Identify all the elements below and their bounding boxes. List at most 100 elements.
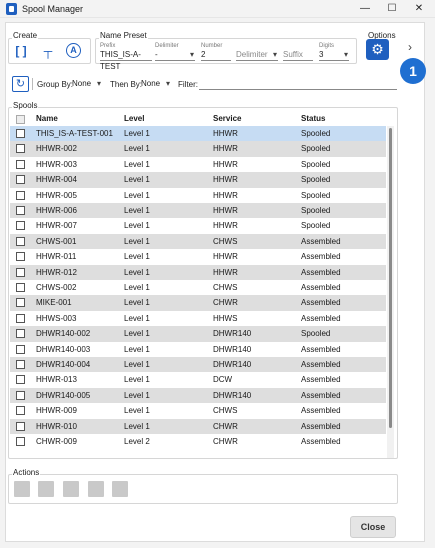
header-service[interactable]: Service (213, 114, 241, 123)
row-checkbox[interactable] (16, 267, 25, 277)
create-label: Create (12, 31, 39, 40)
table-row[interactable]: HHWR-010 Level 1 CHWR Assembled (10, 418, 386, 434)
cell-status: Assembled (301, 313, 341, 323)
table-row[interactable]: HHWR-009 Level 1 CHWS Assembled (10, 403, 386, 419)
exit-icon[interactable] (112, 481, 128, 497)
digits-dropdown[interactable]: 3 (319, 49, 349, 61)
cell-service: DHWR140 (213, 329, 252, 339)
edit-icon[interactable] (38, 481, 54, 497)
row-checkbox[interactable] (16, 206, 25, 215)
cell-status: Spooled (301, 329, 331, 339)
table-row[interactable]: CHWS-002 Level 1 CHWS Assembled (10, 280, 386, 296)
table-row[interactable]: THIS_IS-A-TEST-001 Level 1 HHWR Spooled (10, 126, 386, 142)
maximize-button[interactable]: ☐ (381, 2, 403, 16)
row-checkbox[interactable] (16, 421, 25, 431)
title-bar: Spool Manager — ☐ ✕ (0, 0, 435, 18)
table-row[interactable]: DHWR140-002 Level 1 DHWR140 Spooled (10, 326, 386, 342)
table-row[interactable]: HHWR-012 Level 1 HHWR Assembled (10, 264, 386, 280)
table-row[interactable]: HHWR-002 Level 1 HHWR Spooled (10, 141, 386, 157)
cell-service: DHWR140 (213, 390, 252, 400)
table-row[interactable]: HHWR-011 Level 1 HHWR Assembled (10, 249, 386, 265)
minimize-button[interactable]: — (354, 2, 376, 16)
table-row[interactable]: HHWR-005 Level 1 HHWR Spooled (10, 187, 386, 203)
layout-icon[interactable] (14, 481, 30, 497)
row-checkbox[interactable] (16, 298, 25, 308)
export-icon[interactable] (63, 481, 79, 497)
row-checkbox[interactable] (16, 190, 25, 200)
row-checkbox[interactable] (16, 129, 25, 138)
group-by-dropdown[interactable]: None (72, 78, 102, 90)
delimiter-dropdown[interactable]: - (155, 49, 195, 61)
row-checkbox[interactable] (16, 406, 25, 416)
row-checkbox[interactable] (16, 390, 25, 400)
table-row[interactable]: DHWR140-003 Level 1 DHWR140 Assembled (10, 341, 386, 357)
row-checkbox[interactable] (16, 313, 25, 323)
select-all-checkbox[interactable] (16, 115, 25, 124)
auto-name-icon[interactable]: A (66, 43, 81, 58)
table-row[interactable]: MIKE-001 Level 1 CHWR Assembled (10, 295, 386, 311)
cell-name: HHWR-010 (36, 421, 77, 431)
row-checkbox[interactable] (16, 375, 25, 385)
row-checkbox[interactable] (16, 221, 25, 231)
table-row[interactable]: HHWR-013 Level 1 DCW Assembled (10, 372, 386, 388)
bracket-icon[interactable]: [ ] (13, 43, 29, 59)
then-by-dropdown[interactable]: None (141, 78, 171, 90)
connector-icon[interactable]: ┬ (40, 43, 56, 59)
chevron-right-icon[interactable]: › (408, 40, 412, 54)
cell-name: MIKE-001 (36, 298, 72, 308)
row-checkbox[interactable] (16, 252, 25, 262)
cell-status: Spooled (301, 175, 331, 185)
cell-status: Assembled (301, 375, 341, 385)
cell-status: Assembled (301, 298, 341, 308)
cell-status: Assembled (301, 252, 341, 262)
cell-level: Level 1 (124, 236, 150, 246)
table-row[interactable]: HHWR-003 Level 1 HHWR Spooled (10, 156, 386, 173)
cell-level: Level 1 (124, 421, 150, 431)
cell-service: CHWS (213, 406, 238, 416)
table-row[interactable]: HHWR-006 Level 1 HHWR Spooled (10, 203, 386, 219)
refresh-icon[interactable]: ↻ (12, 76, 29, 92)
delete-icon[interactable] (88, 481, 104, 497)
cell-status: Assembled (301, 406, 341, 416)
cell-name: HHWR-011 (36, 252, 77, 262)
cell-service: CHWR (213, 298, 238, 308)
delimiter2-dropdown[interactable]: Delimiter (236, 49, 278, 61)
cell-service: HHWR (213, 190, 238, 200)
row-checkbox[interactable] (16, 283, 25, 292)
table-row[interactable]: HHWR-007 Level 1 HHWR Spooled (10, 218, 386, 234)
table-row[interactable]: CHWR-009 Level 2 CHWR Assembled (10, 434, 386, 450)
table-row[interactable]: HHWS-003 Level 1 HHWS Assembled (10, 310, 386, 327)
table-row[interactable]: HHWR-004 Level 1 HHWR Spooled (10, 172, 386, 188)
filter-input[interactable] (199, 78, 397, 90)
header-name[interactable]: Name (36, 114, 58, 123)
table-header: Name Level Service Status (10, 112, 386, 126)
suffix-input[interactable]: Suffix (283, 49, 313, 61)
row-checkbox[interactable] (16, 175, 25, 185)
cell-name: DHWR140-002 (36, 329, 91, 339)
table-row[interactable]: DHWR140-004 Level 1 DHWR140 Assembled (10, 357, 386, 373)
row-checkbox[interactable] (16, 236, 25, 246)
gear-icon[interactable]: ⚙ (366, 39, 389, 60)
scrollbar-thumb[interactable] (389, 128, 392, 428)
row-checkbox[interactable] (16, 329, 25, 339)
table-row[interactable]: DHWR140-005 Level 1 DHWR140 Assembled (10, 387, 386, 404)
close-window-button[interactable]: ✕ (408, 2, 430, 16)
header-status[interactable]: Status (301, 114, 325, 123)
step-badge: 1 (400, 58, 426, 84)
table-row[interactable]: CHWS-001 Level 1 CHWS Assembled (10, 233, 386, 250)
row-checkbox[interactable] (16, 159, 25, 169)
prefix-input[interactable]: THIS_IS-A-TEST (100, 49, 152, 71)
row-checkbox[interactable] (16, 144, 25, 154)
row-checkbox[interactable] (16, 344, 25, 354)
cell-level: Level 1 (124, 344, 150, 354)
header-level[interactable]: Level (124, 114, 144, 123)
cell-status: Spooled (301, 190, 331, 200)
number-input[interactable]: 2 (201, 49, 231, 61)
cell-level: Level 1 (124, 406, 150, 416)
cell-service: HHWR (213, 175, 238, 185)
close-button[interactable]: Close (350, 516, 396, 538)
row-checkbox[interactable] (16, 437, 25, 446)
cell-service: HHWR (213, 129, 238, 138)
row-checkbox[interactable] (16, 360, 25, 369)
name-preset-label: Name Preset (99, 31, 148, 40)
